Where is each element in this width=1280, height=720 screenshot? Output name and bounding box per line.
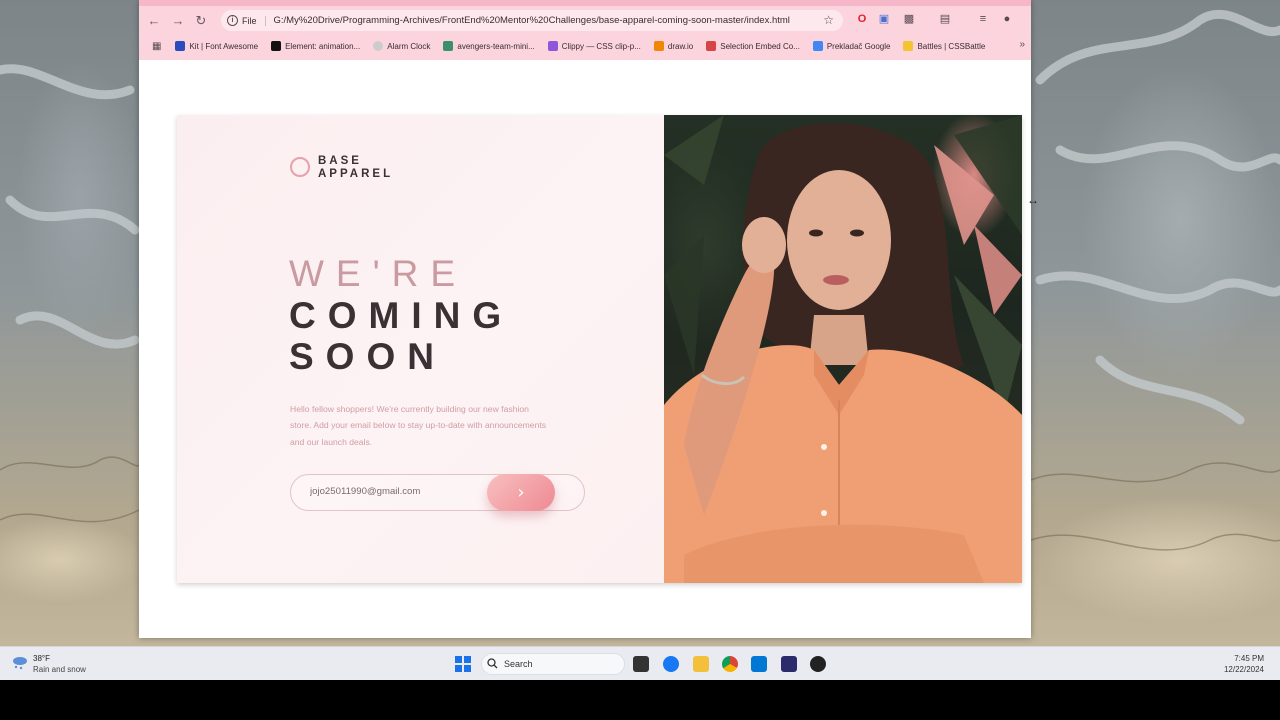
heading-were: WE'RE — [289, 253, 468, 294]
extensions-puzzle-icon[interactable]: ▩ — [902, 12, 916, 26]
bookmark-item[interactable]: Element: animation... — [271, 41, 360, 51]
bookmark-label: Clippy — CSS clip-p... — [561, 41, 641, 51]
weather-description: Rain and snow — [33, 665, 86, 674]
browser-toolbar: ← → ↻ i File G:/My%20Drive/Programming-A… — [139, 0, 1031, 60]
resize-cursor-icon: ↔ — [1027, 193, 1039, 207]
file-chip: File — [242, 15, 266, 26]
bookmark-label: Prekladač Google — [826, 41, 891, 51]
bookmarks-bar: ▦ Kit | Font Awesome Element: animation.… — [139, 36, 1031, 56]
screen-letterbox — [0, 680, 1280, 720]
chevron-right-icon[interactable]: » — [1019, 39, 1025, 50]
font-awesome-icon — [175, 41, 186, 51]
bookmark-item[interactable]: avengers-team-mini... — [443, 41, 535, 51]
bookmark-label: Element: animation... — [285, 41, 361, 51]
selection-embed-icon — [706, 41, 717, 51]
bookmark-label: avengers-team-mini... — [457, 41, 535, 51]
logo-circle-icon — [290, 157, 310, 177]
description-text: Hello fellow shoppers! We're currently b… — [290, 404, 547, 447]
cssbattle-icon — [903, 41, 914, 51]
taskbar-clock[interactable]: 7:45 PM 12/22/2024 — [1224, 653, 1264, 675]
bookmark-star-icon[interactable]: ☆ — [823, 13, 834, 27]
clock-date: 12/22/2024 — [1223, 665, 1264, 674]
bookmark-item[interactable]: Alarm Clock — [373, 41, 430, 51]
windows-taskbar: 38°F Rain and snow Search 7:45 PM 12/22/… — [0, 646, 1280, 680]
file-explorer-icon[interactable] — [693, 656, 709, 672]
logo-line-1: BASE — [318, 155, 362, 167]
weather-temperature: 38°F — [33, 654, 50, 663]
clippy-icon — [547, 41, 558, 51]
brand-logo: BASE APPAREL — [318, 155, 393, 180]
logo-line-2: APPAREL — [318, 167, 394, 180]
bookmark-item[interactable]: Kit | Font Awesome — [175, 41, 258, 51]
task-view-icon[interactable] — [633, 656, 649, 672]
coming-soon-card: BASE APPAREL WE'RE COMING SOON Hello fel… — [177, 115, 1022, 583]
bookmark-item[interactable]: draw.io — [653, 41, 694, 51]
vscode-icon[interactable] — [751, 656, 767, 672]
hero-photo — [664, 115, 1022, 583]
search-icon — [487, 658, 498, 669]
back-arrow-icon[interactable]: ← — [145, 12, 163, 30]
mdn-icon — [271, 41, 282, 51]
rain-snow-weather-icon[interactable] — [12, 656, 28, 670]
bookmark-label: Alarm Clock — [387, 41, 431, 51]
submit-button[interactable]: › — [487, 474, 555, 511]
bookmark-label: Selection Embed Co... — [720, 41, 800, 51]
windows-start-icon[interactable] — [455, 656, 471, 672]
page-viewport: BASE APPAREL WE'RE COMING SOON Hello fel… — [139, 60, 1031, 638]
bookmark-label: draw.io — [667, 41, 694, 51]
left-panel: BASE APPAREL WE'RE COMING SOON Hello fel… — [177, 115, 664, 583]
chevron-right-icon: › — [517, 481, 525, 503]
google-translate-icon — [812, 41, 823, 51]
obs-icon[interactable] — [810, 656, 826, 672]
reload-icon[interactable]: ↻ — [192, 12, 210, 30]
bookmark-label: Battles | CSSBattle — [917, 41, 986, 51]
facebook-icon[interactable] — [663, 656, 679, 672]
site-info-icon[interactable]: i — [227, 15, 238, 26]
drawio-icon — [653, 41, 664, 51]
reading-list-icon[interactable]: ▤ — [938, 12, 952, 26]
bookmark-item[interactable]: Prekladač Google — [812, 41, 891, 51]
heading-soon: SOON — [289, 336, 446, 377]
opera-extension-icon[interactable]: O — [855, 12, 869, 26]
forward-arrow-icon[interactable]: → — [169, 12, 187, 30]
app-icon[interactable] — [781, 656, 797, 672]
taskbar-search-label: Search — [504, 659, 533, 669]
clock-time: 7:45 PM — [1234, 654, 1264, 663]
taskbar-search-box[interactable]: Search — [481, 653, 625, 675]
bookmark-item[interactable]: Selection Embed Co... — [706, 41, 800, 51]
bookmark-item[interactable]: Battles | CSSBattle — [903, 41, 985, 51]
email-form: › — [290, 474, 585, 511]
image-icon — [443, 41, 454, 51]
apps-grid-icon[interactable]: ▦ — [152, 41, 161, 52]
translate-extension-icon[interactable]: ▣ — [877, 12, 891, 26]
browser-window: ← → ↻ i File G:/My%20Drive/Programming-A… — [139, 0, 1031, 638]
alarm-clock-icon — [373, 41, 384, 51]
url-text[interactable]: G:/My%20Drive/Programming-Archives/Front… — [274, 15, 790, 26]
media-control-icon[interactable]: ≡ — [976, 12, 990, 26]
chrome-icon[interactable] — [722, 656, 738, 672]
bookmark-item[interactable]: Clippy — CSS clip-p... — [547, 41, 641, 51]
bookmark-label: Kit | Font Awesome — [189, 41, 259, 51]
address-bar[interactable]: i File G:/My%20Drive/Programming-Archive… — [221, 10, 843, 31]
heading-coming: COMING — [289, 295, 514, 336]
tab-strip — [139, 0, 1031, 6]
profile-avatar-icon[interactable]: ● — [1000, 12, 1014, 26]
email-input[interactable] — [310, 486, 490, 497]
